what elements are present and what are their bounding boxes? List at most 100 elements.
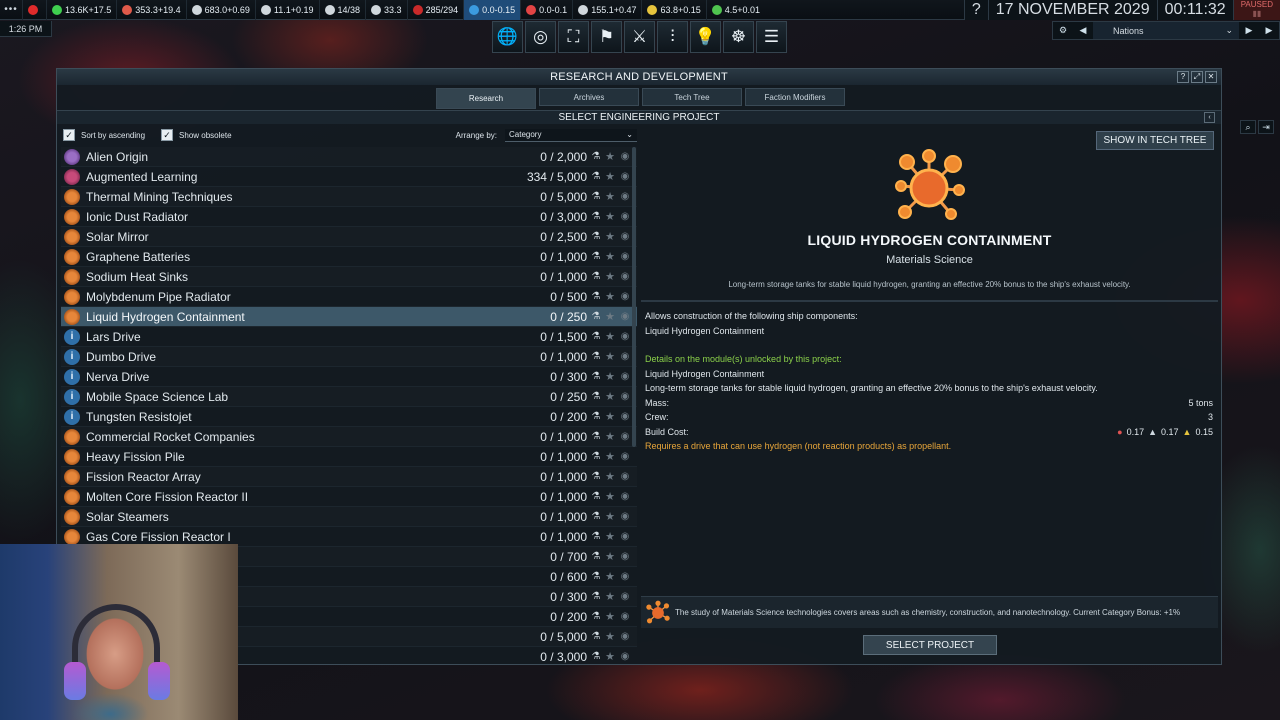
favorite-star-icon[interactable]: ★ (603, 190, 617, 203)
favorite-star-icon[interactable]: ★ (603, 650, 617, 663)
arrange-dropdown[interactable]: Category ⌄ (505, 128, 637, 142)
resource-research[interactable]: 14/38 (318, 0, 366, 20)
project-row[interactable]: Solar Steamers 0 / 1,000 ⚗ ★ ◉ (61, 507, 637, 527)
hide-eye-icon[interactable]: ◉ (617, 651, 633, 662)
hide-eye-icon[interactable]: ◉ (617, 611, 633, 622)
target-icon[interactable]: ◎ (525, 21, 556, 53)
hide-eye-icon[interactable]: ◉ (617, 351, 633, 362)
flag-icon[interactable]: ⚑ (591, 21, 622, 53)
select-project-button[interactable]: SELECT PROJECT (863, 635, 997, 655)
project-row[interactable]: Heavy Fission Pile 0 / 1,000 ⚗ ★ ◉ (61, 447, 637, 467)
favorite-star-icon[interactable]: ★ (603, 250, 617, 263)
tab-tech-tree[interactable]: Tech Tree (642, 88, 742, 106)
hide-eye-icon[interactable]: ◉ (617, 531, 633, 542)
project-row[interactable]: i Mobile Space Science Lab 0 / 250 ⚗ ★ ◉ (61, 387, 637, 407)
resource-science-flask[interactable]: 33.3 (365, 0, 407, 20)
favorite-star-icon[interactable]: ★ (603, 510, 617, 523)
tab-faction-modifiers[interactable]: Faction Modifiers (745, 88, 845, 106)
hide-eye-icon[interactable]: ◉ (617, 271, 633, 282)
nations-dropdown[interactable]: Nations ⌄ (1093, 22, 1239, 39)
hide-eye-icon[interactable]: ◉ (617, 551, 633, 562)
favorite-star-icon[interactable]: ★ (603, 230, 617, 243)
favorite-star-icon[interactable]: ★ (603, 550, 617, 563)
resource-money[interactable]: 13.6K+17.5 (46, 0, 116, 20)
favorite-star-icon[interactable]: ★ (603, 390, 617, 403)
hide-eye-icon[interactable]: ◉ (617, 491, 633, 502)
resource-water[interactable]: 0.0-0.15 (463, 0, 521, 20)
favorite-star-icon[interactable]: ★ (603, 410, 617, 423)
favorite-star-icon[interactable]: ★ (603, 470, 617, 483)
project-row[interactable]: Ionic Dust Radiator 0 / 3,000 ⚗ ★ ◉ (61, 207, 637, 227)
project-row[interactable]: Molten Core Fission Reactor II 0 / 1,000 ⚗… (61, 487, 637, 507)
favorite-star-icon[interactable]: ★ (603, 270, 617, 283)
window-expand-button[interactable]: ⤢ (1191, 71, 1203, 83)
project-row[interactable]: Fission Reactor Array 0 / 1,000 ⚗ ★ ◉ (61, 467, 637, 487)
collapse-panel-icon[interactable]: ⇥ (1258, 120, 1274, 134)
tab-archives[interactable]: Archives (539, 88, 639, 106)
resource-volatiles[interactable]: 0.0-0.1 (520, 0, 572, 20)
favorite-star-icon[interactable]: ★ (603, 170, 617, 183)
resource-ops[interactable]: 353.3+19.4 (116, 0, 185, 20)
project-row[interactable]: i Dumbo Drive 0 / 1,000 ⚗ ★ ◉ (61, 347, 637, 367)
favorite-star-icon[interactable]: ★ (603, 530, 617, 543)
hide-eye-icon[interactable]: ◉ (617, 191, 633, 202)
resource-control-points[interactable]: 285/294 (406, 0, 464, 20)
project-row[interactable]: Graphene Batteries 0 / 1,000 ⚗ ★ ◉ (61, 247, 637, 267)
menu-icon[interactable]: ••• (0, 4, 22, 15)
hide-eye-icon[interactable]: ◉ (617, 171, 633, 182)
hide-eye-icon[interactable]: ◉ (617, 291, 633, 302)
project-row[interactable]: Molybdenum Pipe Radiator 0 / 500 ⚗ ★ ◉ (61, 287, 637, 307)
favorite-star-icon[interactable]: ★ (603, 450, 617, 463)
search-icon[interactable]: ⌕ (1240, 120, 1256, 134)
favorite-star-icon[interactable]: ★ (603, 430, 617, 443)
hide-eye-icon[interactable]: ◉ (617, 631, 633, 642)
resource-mission-control[interactable]: 11.1+0.19 (254, 0, 319, 20)
nations-prev-icon[interactable]: ◀ (1073, 25, 1093, 36)
ledger-icon[interactable]: ☰ (756, 21, 787, 53)
help-button[interactable]: ? (963, 0, 988, 20)
project-row[interactable]: Thermal Mining Techniques 0 / 5,000 ⚗ ★ ◉ (61, 187, 637, 207)
project-row[interactable]: Alien Origin 0 / 2,000 ⚗ ★ ◉ (61, 147, 637, 167)
resource-boost[interactable]: 683.0+0.69 (185, 0, 255, 20)
resource-metals[interactable]: 155.1+0.47 (572, 0, 641, 20)
nations-next2-icon[interactable]: ▶ (1259, 25, 1279, 36)
show-obsolete-checkbox[interactable]: ✓ (161, 129, 174, 141)
project-row[interactable]: i Tungsten Resistojet 0 / 200 ⚗ ★ ◉ (61, 407, 637, 427)
favorite-star-icon[interactable]: ★ (603, 330, 617, 343)
collapse-icon[interactable]: ‹ (1204, 112, 1215, 123)
hide-eye-icon[interactable]: ◉ (617, 511, 633, 522)
project-row[interactable]: i Lars Drive 0 / 1,500 ⚗ ★ ◉ (61, 327, 637, 347)
hide-eye-icon[interactable]: ◉ (617, 331, 633, 342)
hide-eye-icon[interactable]: ◉ (617, 571, 633, 582)
nations-next-icon[interactable]: ▶ (1239, 25, 1259, 36)
hide-eye-icon[interactable]: ◉ (617, 591, 633, 602)
network-icon[interactable]: ⛶ (558, 21, 589, 53)
hide-eye-icon[interactable]: ◉ (617, 471, 633, 482)
tab-research[interactable]: Research (436, 88, 536, 109)
globe-icon[interactable]: 🌐 (492, 21, 523, 53)
favorite-star-icon[interactable]: ★ (603, 610, 617, 623)
favorite-star-icon[interactable]: ★ (603, 350, 617, 363)
favorite-star-icon[interactable]: ★ (603, 630, 617, 643)
favorite-star-icon[interactable]: ★ (603, 290, 617, 303)
hide-eye-icon[interactable]: ◉ (617, 371, 633, 382)
project-row[interactable]: Augmented Learning 334 / 5,000 ⚗ ★ ◉ (61, 167, 637, 187)
hide-eye-icon[interactable]: ◉ (617, 411, 633, 422)
hide-eye-icon[interactable]: ◉ (617, 311, 633, 322)
hide-eye-icon[interactable]: ◉ (617, 231, 633, 242)
hide-eye-icon[interactable]: ◉ (617, 151, 633, 162)
favorite-star-icon[interactable]: ★ (603, 370, 617, 383)
favorite-star-icon[interactable]: ★ (603, 150, 617, 163)
hide-eye-icon[interactable]: ◉ (617, 211, 633, 222)
fleet-icon[interactable]: ⚔ (624, 21, 655, 53)
sliders-icon[interactable]: ⫶ (657, 21, 688, 53)
research-bulb-icon[interactable]: 💡 (690, 21, 721, 53)
hide-eye-icon[interactable]: ◉ (617, 431, 633, 442)
resource-influence[interactable] (22, 0, 46, 20)
project-row[interactable]: Solar Mirror 0 / 2,500 ⚗ ★ ◉ (61, 227, 637, 247)
list-scrollbar[interactable] (632, 147, 636, 447)
favorite-star-icon[interactable]: ★ (603, 590, 617, 603)
hide-eye-icon[interactable]: ◉ (617, 251, 633, 262)
resource-noble-metals[interactable]: 63.8+0.15 (641, 0, 705, 20)
favorite-star-icon[interactable]: ★ (603, 490, 617, 503)
